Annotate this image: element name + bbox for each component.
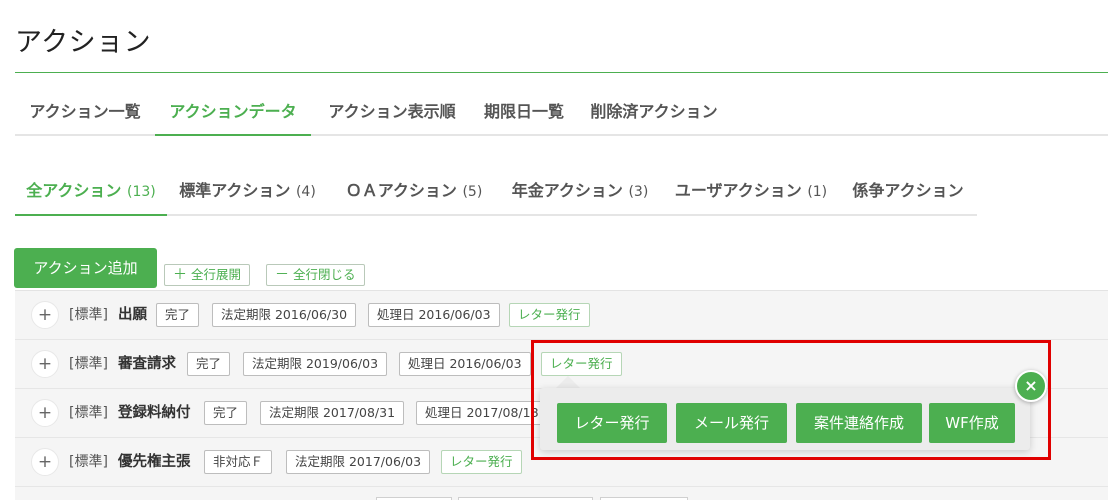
action-name: 登録料納付 [118,405,191,421]
letter-action-popup: レター発行 メール発行 案件連絡作成 WF作成 [540,388,1030,450]
expand-row-button[interactable]: + [31,301,59,329]
processed-date-badge: 処理日 2016/06/03 [399,352,531,376]
minus-icon: － [275,267,289,283]
issue-letter-button[interactable]: レター発行 [441,450,522,474]
processed-date-badge: 処理日 2017/08/18 [416,401,548,425]
tab-count: (4) [295,184,316,200]
tab-action-list[interactable]: アクション一覧 [15,92,155,136]
legal-deadline-badge: 法定期限 2016/06/30 [212,303,357,327]
tab-count: (3) [628,184,649,200]
tab-action-data[interactable]: アクションデータ [155,92,311,136]
action-row-partial [15,487,1108,500]
action-row: + [標準] 出願 完了 法定期限 2016/06/30 処理日 2016/06… [15,291,1108,340]
action-category: [標準] [69,454,108,470]
expand-all-button[interactable]: ＋ 全行展開 [164,264,251,286]
sub-tab-bar: 全アクション (13) 標準アクション (4) ＯＡアクション (5) 年金アク… [15,168,977,216]
add-action-button[interactable]: アクション追加 [14,248,157,288]
tab-label: 標準アクション [179,181,291,200]
tab-label: ユーザアクション [674,181,802,200]
action-name: 審査請求 [118,356,176,372]
action-category: [標準] [69,405,108,421]
legal-deadline-badge: 法定期限 2019/06/03 [243,352,388,376]
close-icon[interactable]: × [1015,370,1047,402]
tab-count: (5) [462,184,483,200]
tab-label: 年金アクション [511,181,623,200]
processed-date-badge: 処理日 2016/06/03 [368,303,500,327]
tab-count: (13) [127,184,156,200]
status-badge: 完了 [156,303,200,327]
tab-all-actions[interactable]: 全アクション (13) [15,168,167,216]
legal-deadline-badge: 法定期限 2017/06/03 [286,450,431,474]
status-badge: 完了 [187,352,231,376]
expand-row-button[interactable]: + [31,399,59,427]
tab-deleted-actions[interactable]: 削除済アクション [583,92,725,136]
plus-icon: ＋ [173,267,187,283]
tab-label: ＯＡアクション [345,181,457,200]
tab-action-display-order[interactable]: アクション表示順 [318,92,466,136]
issue-letter-button[interactable]: レター発行 [557,403,667,443]
expand-all-label: 全行展開 [191,267,242,282]
tab-count: (1) [807,184,828,200]
action-name: 出願 [118,307,147,323]
collapse-all-button[interactable]: － 全行閉じる [266,264,365,286]
tab-pension-actions[interactable]: 年金アクション (3) [505,168,655,216]
status-badge: 非対応Ｆ [204,450,273,474]
expand-row-button[interactable]: + [31,350,59,378]
collapse-all-label: 全行閉じる [293,267,356,282]
status-badge: 完了 [204,401,248,425]
legal-deadline-badge: 法定期限 2017/08/31 [260,401,405,425]
page-title: アクション [15,27,152,58]
issue-letter-button[interactable]: レター発行 [509,303,590,327]
action-category: [標準] [69,356,108,372]
create-wf-button[interactable]: WF作成 [929,403,1015,443]
main-tab-bar: アクション一覧 アクションデータ アクション表示順 期限日一覧 削除済アクション [15,92,1108,136]
tab-standard-actions[interactable]: 標準アクション (4) [175,168,320,216]
tab-deadline-list[interactable]: 期限日一覧 [474,92,574,136]
tab-label: 全アクション [26,181,122,200]
action-name: 優先権主張 [118,454,191,470]
send-mail-button[interactable]: メール発行 [676,403,787,443]
action-category: [標準] [69,307,108,323]
tab-dispute-actions[interactable]: 係争アクション [848,168,968,216]
tab-oa-actions[interactable]: ＯＡアクション (5) [343,168,485,216]
tab-label: 係争アクション [852,181,964,200]
tab-user-actions[interactable]: ユーザアクション (1) [671,168,831,216]
issue-letter-button[interactable]: レター発行 [541,352,622,376]
expand-row-button[interactable]: + [31,448,59,476]
title-divider [15,72,1108,73]
create-case-notice-button[interactable]: 案件連絡作成 [796,403,922,443]
